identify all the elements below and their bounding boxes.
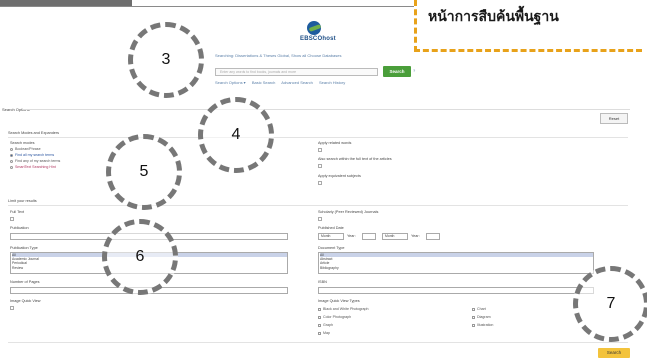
- search-button[interactable]: Search: [383, 66, 411, 77]
- checkbox-icon: [472, 315, 475, 319]
- image-type-label: Map: [323, 331, 330, 335]
- full-text-label: Full Text: [10, 210, 25, 214]
- published-date-label: Published Date: [318, 226, 344, 230]
- search-options-link[interactable]: Search Options ▾: [215, 80, 246, 85]
- isbn-label: ISBN: [318, 280, 327, 284]
- image-types-label: Image Quick View Types: [318, 299, 360, 303]
- apply-equivalent-checkbox[interactable]: [318, 181, 322, 185]
- mode-label: Boolean/Phrase: [15, 147, 41, 151]
- image-type-diagram[interactable]: Diagram: [472, 315, 491, 319]
- year-to-field[interactable]: [426, 233, 440, 240]
- mode-any-terms[interactable]: Find any of my search terms: [10, 159, 60, 163]
- isbn-field[interactable]: [318, 287, 594, 294]
- marker-3: 3: [128, 22, 204, 98]
- checkbox-icon: [472, 307, 475, 311]
- database-heading[interactable]: Searching: Dissertations & Theses Global…: [215, 53, 375, 58]
- list-item[interactable]: Bibliography: [320, 266, 593, 270]
- year-to-label: Year:: [411, 234, 420, 238]
- logo-text: EBSCOhost: [300, 36, 336, 42]
- marker-7: 7: [573, 266, 647, 342]
- marker-6: 6: [102, 219, 178, 295]
- image-type-label: Graph: [323, 323, 333, 327]
- document-type-label: Document Type: [318, 246, 345, 250]
- apply-related-label: Apply related words: [318, 141, 352, 145]
- checkbox-icon: [318, 323, 321, 327]
- document-type-list[interactable]: All Abstract Article Bibliography: [318, 252, 594, 274]
- checkbox-icon: [318, 315, 321, 319]
- radio-icon: [10, 159, 13, 163]
- help-icon[interactable]: ?: [413, 68, 415, 73]
- marker-5: 5: [106, 134, 182, 210]
- year-from-label: Year:: [347, 234, 356, 238]
- also-search-checkbox[interactable]: [318, 164, 322, 168]
- bottom-divider: [8, 342, 628, 343]
- search-links: Search Options ▾ Basic Search Advanced S…: [215, 80, 350, 85]
- limit-section-title: Limit your results: [8, 199, 37, 203]
- mode-label: Find any of my search terms: [15, 159, 61, 163]
- full-text-checkbox[interactable]: [10, 217, 14, 221]
- image-quick-view-label: Image Quick View: [10, 299, 41, 303]
- basic-search-link[interactable]: Basic Search: [252, 80, 276, 85]
- top-divider: [0, 6, 420, 7]
- mode-boolean[interactable]: Boolean/Phrase: [10, 147, 41, 151]
- image-type-map[interactable]: Map: [318, 331, 330, 335]
- apply-equivalent-label: Apply equivalent subjects: [318, 174, 361, 178]
- image-type-color[interactable]: Color Photograph: [318, 315, 351, 319]
- marker-4: 4: [198, 97, 274, 173]
- limit-divider: [8, 205, 628, 206]
- advanced-search-link[interactable]: Advanced Search: [281, 80, 313, 85]
- image-type-label: Illustration: [477, 323, 494, 327]
- month-from-select[interactable]: Month: [318, 233, 344, 240]
- image-type-label: Black and White Photograph: [323, 307, 369, 311]
- image-type-label: Chart: [477, 307, 486, 311]
- mode-all-terms[interactable]: Find all my search terms: [10, 153, 54, 157]
- scholarly-checkbox[interactable]: [318, 217, 322, 221]
- publication-type-label: Publication Type: [10, 246, 38, 250]
- image-type-illustration[interactable]: Illustration: [472, 323, 493, 327]
- radio-selected-icon: [10, 153, 13, 157]
- mode-label: Find all my search terms: [15, 153, 55, 157]
- pages-label: Number of Pages: [10, 280, 40, 284]
- scholarly-label: Scholarly (Peer Reviewed) Journals: [318, 210, 379, 214]
- image-type-bw[interactable]: Black and White Photograph: [318, 307, 369, 311]
- modes-section-title: Search Modes and Expanders: [8, 131, 60, 135]
- ebsco-logo-icon[interactable]: [307, 21, 321, 35]
- options-divider: [22, 109, 630, 110]
- bottom-search-button[interactable]: Search: [598, 348, 630, 358]
- modes-divider: [8, 137, 628, 138]
- year-from-field[interactable]: [362, 233, 376, 240]
- publication-label: Publication: [10, 226, 29, 230]
- also-search-label: Also search within the full text of the …: [318, 157, 392, 161]
- radio-icon: [10, 147, 13, 151]
- apply-related-checkbox[interactable]: [318, 148, 322, 152]
- search-input[interactable]: Enter any words to find books, journals …: [215, 68, 378, 76]
- image-type-chart[interactable]: Chart: [472, 307, 486, 311]
- image-type-label: Color Photograph: [323, 315, 352, 319]
- image-type-graph[interactable]: Graph: [318, 323, 333, 327]
- search-modes-label: Search modes: [10, 141, 35, 145]
- checkbox-icon: [472, 323, 475, 327]
- image-type-label: Diagram: [477, 315, 491, 319]
- month-to-select[interactable]: Month: [382, 233, 408, 240]
- callout-text: หน้าการสืบค้นพื้นฐาน: [428, 9, 559, 25]
- checkbox-icon: [318, 307, 321, 311]
- radio-icon: [10, 165, 13, 169]
- reset-button[interactable]: Reset: [600, 113, 628, 124]
- mode-label: SmartText Searching Hint: [15, 165, 56, 169]
- mode-smarttext[interactable]: SmartText Searching Hint: [10, 165, 56, 169]
- image-quick-view-checkbox[interactable]: [10, 306, 14, 310]
- search-history-link[interactable]: Search History: [319, 80, 345, 85]
- checkbox-icon: [318, 331, 321, 335]
